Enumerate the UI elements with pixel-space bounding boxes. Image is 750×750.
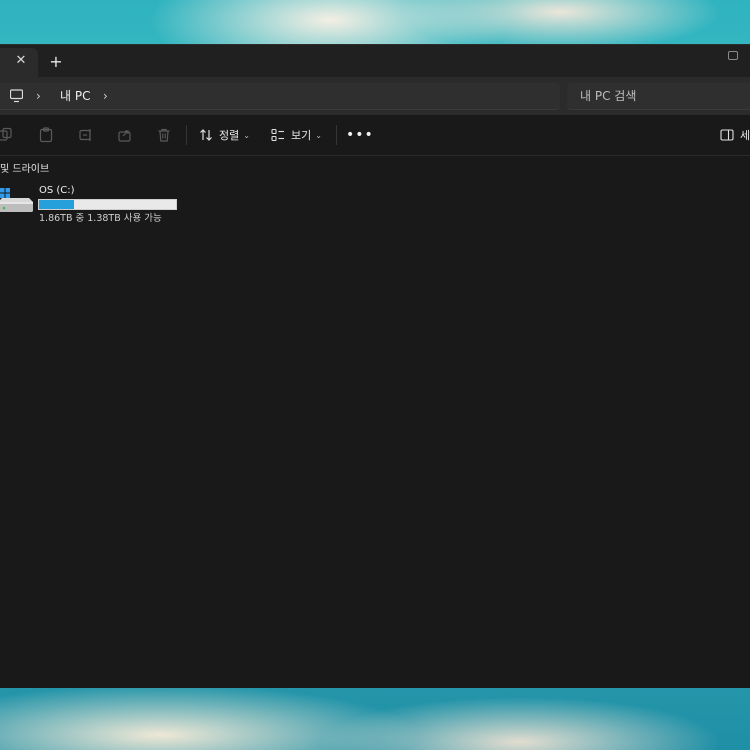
search-placeholder: 내 PC 검색 [580,89,637,103]
drive-free-space: 1.86TB 중 1.38TB 사용 가능 [39,213,162,224]
share-icon[interactable] [117,127,133,143]
sort-label: 정렬 [219,129,240,142]
chevron-down-icon: ⌄ [243,130,250,140]
divider [336,125,337,145]
paste-icon[interactable] [38,127,54,143]
rename-icon[interactable] [78,127,94,143]
address-row: › 내 PC › 내 PC 검색 [0,77,750,115]
close-tab-icon[interactable]: ✕ [14,54,28,68]
new-tab-button[interactable]: + [48,54,64,70]
view-button[interactable]: 보기 ⌄ [271,125,322,145]
view-icon [271,128,284,142]
sort-button[interactable]: 정렬 ⌄ [199,125,250,145]
drive-icon [0,188,33,212]
drive-name: OS (C:) [39,185,75,196]
divider [186,125,187,145]
chevron-right-icon[interactable]: › [103,88,108,104]
file-explorer-window: ✕ + › 내 PC › 내 PC 검색 정렬 ⌄ 보기 ⌄ ••• 세 및 드… [0,44,750,688]
view-label: 보기 [291,129,312,142]
drive-item-c[interactable]: OS (C:) 1.86TB 중 1.38TB 사용 가능 [0,184,190,228]
title-bar: ✕ + [0,45,750,77]
copy-icon[interactable] [0,127,14,143]
sort-icon [200,129,212,141]
breadcrumb[interactable]: › 내 PC › [0,83,560,110]
search-input[interactable]: 내 PC 검색 [567,83,750,110]
drive-usage-bar [38,199,177,210]
tab-this-pc[interactable]: ✕ [0,48,38,77]
drive-usage-fill [39,200,75,209]
devices-drives-group-header[interactable]: 및 드라이브 [0,163,49,177]
chevron-down-icon: ⌄ [315,130,322,140]
details-pane-icon [720,129,734,141]
delete-icon[interactable] [156,127,172,143]
chevron-right-icon[interactable]: › [36,88,41,104]
maximize-icon[interactable] [728,51,738,60]
more-options-button[interactable]: ••• [346,127,373,143]
computer-icon[interactable] [10,89,23,103]
details-label: 세 [740,129,750,142]
command-bar: 정렬 ⌄ 보기 ⌄ ••• 세 [0,115,750,156]
details-pane-button[interactable]: 세 [720,125,750,145]
breadcrumb-item-this-pc[interactable]: 내 PC [60,88,90,104]
